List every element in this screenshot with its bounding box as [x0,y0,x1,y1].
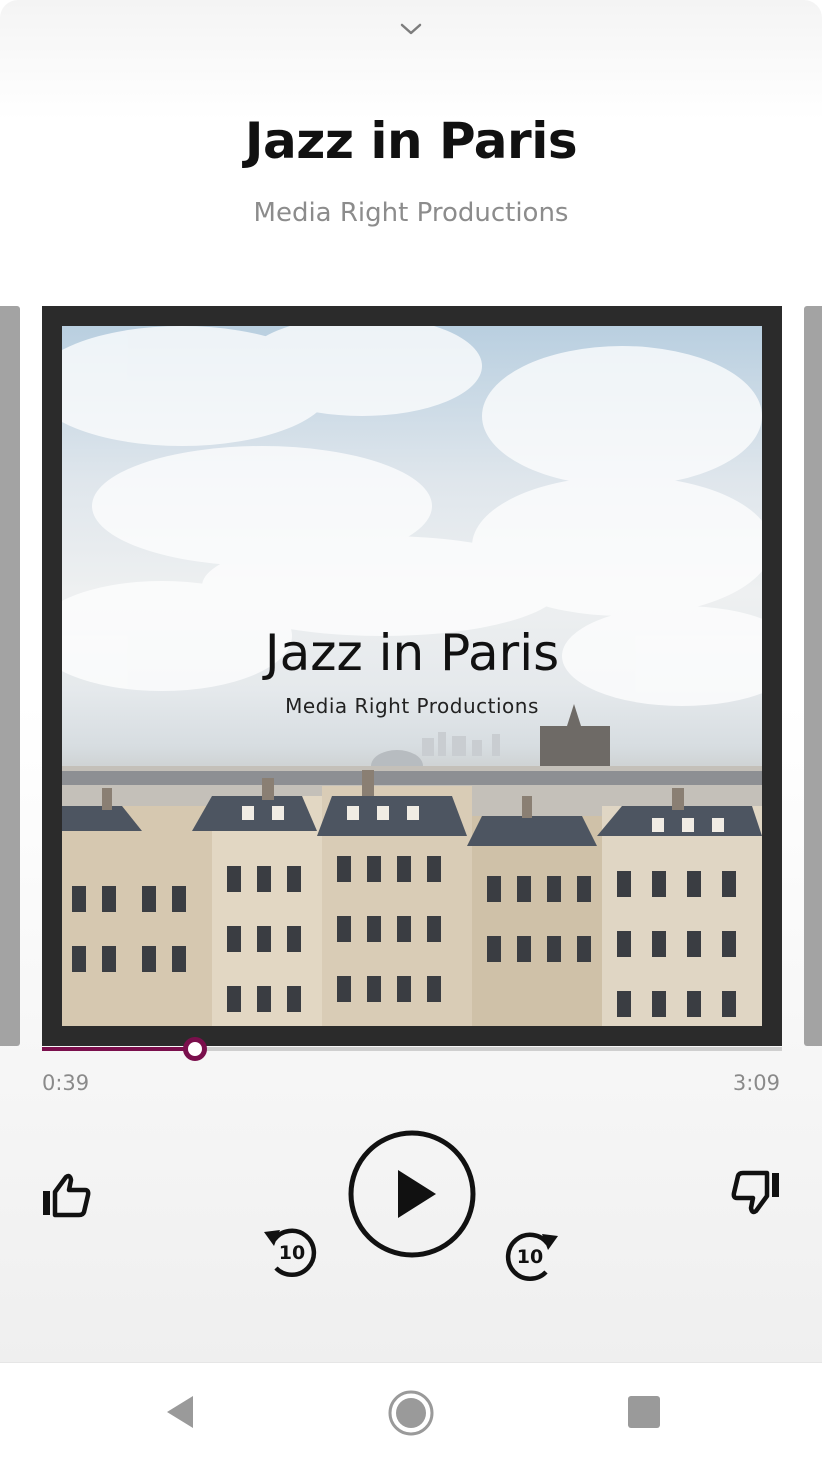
replay-10-icon: 10 [264,1228,317,1277]
total-duration: 3:09 [732,1071,780,1095]
play-icon [348,1130,476,1258]
next-track-card[interactable] [804,306,822,1046]
home-icon [388,1390,434,1436]
chevron-down-icon [400,23,422,35]
forward-10-button[interactable]: 10 [498,1222,564,1288]
collapse-player-button[interactable] [398,18,424,40]
nav-home-button[interactable] [386,1388,436,1438]
album-art-title: Jazz in Paris [264,624,560,682]
thumbs-up-icon [43,1173,91,1218]
track-artist: Media Right Productions [253,198,569,228]
album-art-subtitle: Media Right Productions [285,694,539,718]
seek-bar-thumb[interactable] [182,1037,207,1061]
svg-text:10: 10 [517,1246,543,1268]
elapsed-time: 0:39 [42,1071,90,1095]
rewind-10-button[interactable]: 10 [258,1218,324,1284]
recents-icon [628,1396,660,1428]
thumbs-down-button[interactable] [728,1166,784,1220]
thumbs-down-icon [731,1170,779,1215]
thumbs-up-button[interactable] [38,1168,94,1222]
player-screen: Jazz in Paris Media Right Productions Ja… [0,0,822,1362]
svg-text:10: 10 [279,1242,305,1264]
album-art: Jazz in Paris Media Right Productions [62,326,762,1026]
nav-recents-button[interactable] [624,1392,664,1432]
play-button[interactable] [346,1128,478,1260]
previous-track-card[interactable] [0,306,20,1046]
track-title: Jazz in Paris [244,112,578,170]
forward-10-icon: 10 [505,1232,558,1281]
album-art-frame: Jazz in Paris Media Right Productions [42,306,782,1046]
seek-bar-fill [42,1047,195,1051]
back-icon [167,1396,193,1428]
seek-bar[interactable] [42,1037,782,1061]
nav-back-button[interactable] [160,1390,200,1434]
